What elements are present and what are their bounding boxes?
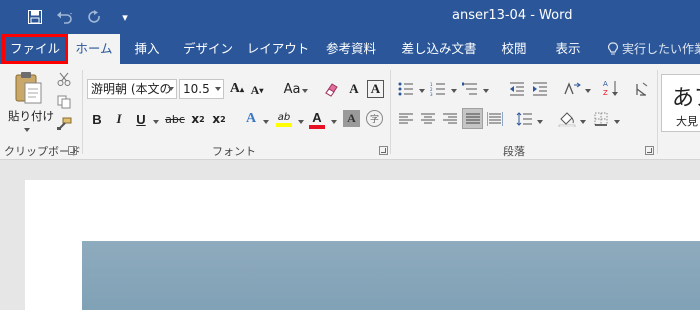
align-left-icon[interactable] bbox=[397, 110, 415, 128]
justify-icon[interactable] bbox=[462, 108, 483, 129]
font-size-combo[interactable]: 10.5 bbox=[179, 79, 224, 99]
font-launcher-icon[interactable] bbox=[379, 146, 388, 155]
tell-me-box[interactable]: 実行したい作業 bbox=[608, 34, 700, 64]
borders-arrow[interactable] bbox=[614, 120, 620, 124]
text-effects-icon[interactable]: A bbox=[243, 110, 259, 128]
font-name-combo[interactable]: 游明朝 (本文の bbox=[87, 79, 177, 99]
format-painter-icon[interactable] bbox=[56, 116, 72, 132]
font-size-value: 10.5 bbox=[183, 82, 210, 96]
character-shading-icon[interactable]: A bbox=[343, 110, 360, 127]
svg-text:3: 3 bbox=[430, 92, 433, 96]
style-sample-text: あア bbox=[672, 86, 700, 111]
show-marks-icon[interactable] bbox=[633, 80, 651, 98]
paste-dropdown-arrow[interactable] bbox=[24, 128, 30, 132]
asian-layout-icon[interactable] bbox=[562, 80, 582, 98]
shading-icon[interactable] bbox=[557, 110, 577, 128]
multilevel-list-icon[interactable] bbox=[461, 80, 479, 98]
increase-indent-icon[interactable] bbox=[531, 80, 549, 98]
tab-design[interactable]: デザイン bbox=[178, 34, 238, 64]
redo-icon[interactable] bbox=[80, 6, 110, 28]
bullets-icon[interactable] bbox=[397, 80, 415, 98]
group-divider bbox=[82, 70, 83, 154]
paste-icon[interactable] bbox=[10, 70, 46, 106]
document-image[interactable] bbox=[82, 241, 700, 310]
bold-button[interactable]: B bbox=[89, 110, 105, 128]
tell-me-label: 実行したい作業 bbox=[622, 42, 700, 56]
superscript-button[interactable]: x2 bbox=[211, 110, 227, 128]
subscript-button[interactable]: x2 bbox=[190, 110, 206, 128]
numbering-icon[interactable]: 123 bbox=[429, 80, 447, 98]
borders-icon[interactable] bbox=[592, 110, 610, 128]
change-case-arrow[interactable] bbox=[302, 89, 308, 93]
group-divider bbox=[657, 70, 658, 154]
font-color-swatch bbox=[309, 124, 325, 129]
highlight-color-swatch bbox=[276, 122, 292, 127]
group-divider bbox=[390, 70, 391, 154]
style-name: 大見 bbox=[676, 115, 698, 128]
sort-icon[interactable]: AZ bbox=[602, 78, 620, 98]
bullets-arrow[interactable] bbox=[419, 89, 425, 93]
numbering-arrow[interactable] bbox=[451, 89, 457, 93]
shrink-font-icon[interactable]: A ▾ bbox=[249, 81, 265, 99]
tab-layout[interactable]: レイアウト bbox=[245, 34, 311, 64]
quick-access-toolbar: ▾ bbox=[20, 6, 140, 28]
asian-layout-arrow[interactable] bbox=[585, 89, 591, 93]
phonetic-guide-icon[interactable]: A bbox=[346, 80, 362, 98]
customize-qat-icon[interactable]: ▾ bbox=[110, 6, 140, 28]
multilevel-list-arrow[interactable] bbox=[483, 89, 489, 93]
document-title: anser13-04 - Word bbox=[452, 8, 573, 23]
align-right-icon[interactable] bbox=[441, 110, 459, 128]
underline-dropdown-arrow[interactable] bbox=[153, 120, 159, 124]
text-effects-arrow[interactable] bbox=[263, 120, 269, 124]
shading-arrow[interactable] bbox=[580, 120, 586, 124]
svg-text:Z: Z bbox=[603, 89, 608, 97]
change-case-label: Aa bbox=[283, 81, 301, 97]
tab-mailings[interactable]: 差し込み文書 bbox=[394, 34, 484, 64]
font-group-label: フォント bbox=[212, 145, 256, 158]
line-spacing-icon[interactable] bbox=[515, 110, 533, 128]
cut-icon[interactable] bbox=[56, 71, 72, 87]
enclose-characters-icon[interactable]: 字 bbox=[366, 110, 383, 127]
character-border-icon[interactable]: A bbox=[367, 80, 384, 98]
distributed-icon[interactable] bbox=[486, 110, 504, 128]
save-icon[interactable] bbox=[20, 6, 50, 28]
paragraph-group-label: 段落 bbox=[503, 145, 525, 158]
font-color-arrow[interactable] bbox=[331, 120, 337, 124]
grow-font-icon[interactable]: A ▴ bbox=[229, 80, 245, 98]
ribbon: 貼り付け クリップボード 游明朝 (本文の 10.5 A ▴ A ▾ Aa A A … bbox=[0, 64, 700, 160]
undo-icon[interactable] bbox=[50, 6, 80, 28]
underline-button[interactable]: U bbox=[133, 110, 149, 128]
chevron-down-icon bbox=[215, 87, 221, 91]
clipboard-launcher-icon[interactable] bbox=[68, 146, 77, 155]
italic-button[interactable]: I bbox=[111, 110, 127, 128]
align-center-icon[interactable] bbox=[419, 110, 437, 128]
svg-text:A: A bbox=[603, 80, 608, 88]
tab-insert[interactable]: 挿入 bbox=[123, 34, 171, 64]
chevron-down-icon bbox=[168, 87, 174, 91]
tab-references[interactable]: 参考資料 bbox=[318, 34, 384, 64]
tab-home[interactable]: ホーム bbox=[68, 34, 120, 64]
copy-icon[interactable] bbox=[56, 94, 72, 110]
tab-review[interactable]: 校閲 bbox=[492, 34, 536, 64]
paragraph-launcher-icon[interactable] bbox=[645, 146, 654, 155]
customize-glyph: ▾ bbox=[122, 10, 128, 24]
title-bar: ▾ anser13-04 - Word bbox=[0, 0, 700, 34]
font-name-value: 游明朝 (本文の bbox=[91, 82, 172, 96]
tab-view[interactable]: 表示 bbox=[546, 34, 590, 64]
lightbulb-icon bbox=[608, 42, 618, 55]
tab-file[interactable]: ファイル bbox=[2, 34, 68, 64]
line-spacing-arrow[interactable] bbox=[537, 120, 543, 124]
clear-formatting-icon[interactable] bbox=[322, 80, 340, 98]
ribbon-tabs: ファイル ホーム 挿入 デザイン レイアウト 参考資料 差し込み文書 校閲 表示… bbox=[0, 34, 700, 64]
strikethrough-button[interactable]: abc bbox=[164, 110, 186, 128]
highlight-dropdown-arrow[interactable] bbox=[298, 120, 304, 124]
style-gallery-item[interactable]: あア 大見 bbox=[661, 74, 700, 132]
highlight-icon[interactable]: ab bbox=[274, 108, 294, 130]
decrease-indent-icon[interactable] bbox=[508, 80, 526, 98]
font-color-icon[interactable]: A bbox=[308, 108, 326, 130]
paste-label[interactable]: 貼り付け bbox=[8, 108, 54, 124]
